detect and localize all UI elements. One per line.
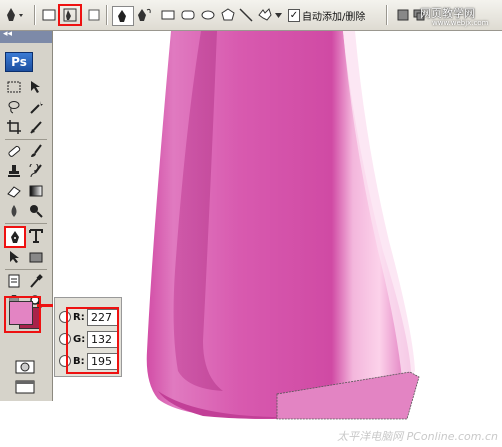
path-area-icon[interactable] xyxy=(396,6,410,24)
notes-icon[interactable] xyxy=(6,273,22,289)
quick-mask-icon[interactable] xyxy=(12,359,38,375)
rounded-rectangle-icon[interactable] xyxy=(180,6,196,24)
pen-icon[interactable] xyxy=(112,6,134,26)
lasso-icon[interactable] xyxy=(6,99,22,115)
document-canvas[interactable]: 太平洋电脑网 PConline.com.cn xyxy=(53,31,502,447)
shape-tool-icon[interactable] xyxy=(28,249,44,265)
magic-wand-icon[interactable] xyxy=(28,99,44,115)
auto-add-delete-checkbox[interactable]: ✓ xyxy=(288,6,300,24)
watermark-site-url: www.webjx.com xyxy=(432,19,489,27)
auto-add-delete-label: 自动添加/删除 xyxy=(302,11,366,23)
marquee-icon[interactable] xyxy=(6,79,22,95)
eyedropper-icon[interactable] xyxy=(28,273,44,289)
type-icon[interactable] xyxy=(28,228,44,244)
collapse-icon[interactable]: ◂◂ xyxy=(3,29,12,39)
paths-mode-icon[interactable] xyxy=(58,4,82,26)
rectangle-shape-icon[interactable] xyxy=(160,6,176,24)
polygon-shape-icon[interactable] xyxy=(220,6,236,24)
pen-tool-icon[interactable] xyxy=(4,226,26,248)
slice-icon[interactable] xyxy=(28,119,44,135)
options-bar: ✓ 自动添加/删除 网页教学网 www.webjx.com xyxy=(0,0,502,31)
watermark-bottom: 太平洋电脑网 PConline.com.cn xyxy=(337,430,498,443)
toolbox-header[interactable]: ◂◂ xyxy=(0,29,52,43)
gradient-icon[interactable] xyxy=(28,183,44,199)
custom-shape-icon[interactable] xyxy=(256,6,274,24)
values-highlight xyxy=(66,307,119,374)
ps-logo[interactable]: Ps xyxy=(5,52,33,72)
freeform-pen-icon[interactable] xyxy=(136,6,154,24)
chevron-down-icon[interactable] xyxy=(274,6,282,24)
ellipse-shape-icon[interactable] xyxy=(200,6,216,24)
crop-icon[interactable] xyxy=(6,119,22,135)
clone-stamp-icon[interactable] xyxy=(6,163,22,179)
eraser-icon[interactable] xyxy=(6,183,22,199)
blur-icon[interactable] xyxy=(6,203,22,219)
path-selection-icon[interactable] xyxy=(6,249,22,265)
screen-mode-icon[interactable] xyxy=(12,379,38,395)
dodge-icon[interactable] xyxy=(28,203,44,219)
shape-layers-icon[interactable] xyxy=(40,6,58,24)
swatch-highlight xyxy=(4,296,41,333)
move-icon[interactable] xyxy=(28,79,44,95)
pen-tool-preset-icon[interactable] xyxy=(4,6,26,24)
toolbox: ◂◂ Ps xyxy=(0,29,53,401)
bottle-illustration xyxy=(146,31,420,420)
line-shape-icon[interactable] xyxy=(238,6,254,24)
history-brush-icon[interactable] xyxy=(28,163,44,179)
healing-brush-icon[interactable] xyxy=(6,143,22,159)
brush-icon[interactable] xyxy=(28,143,44,159)
fill-pixels-icon[interactable] xyxy=(86,6,102,24)
